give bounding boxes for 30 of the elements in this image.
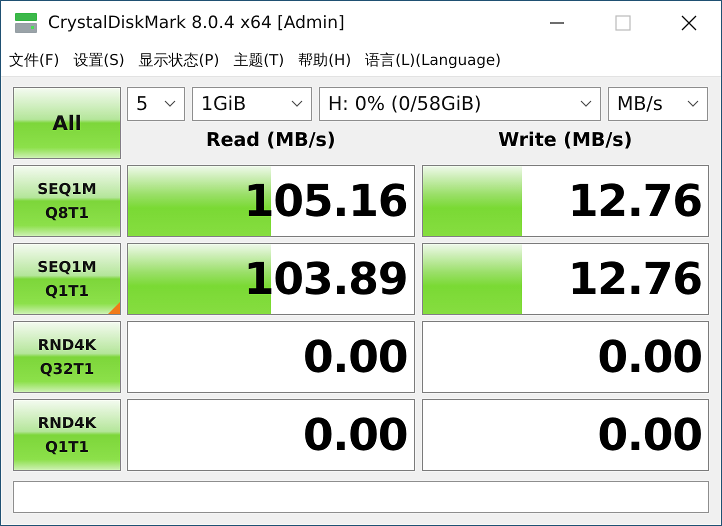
result-cell: 0.00 [422, 399, 709, 471]
chevron-icon [291, 100, 303, 108]
menu-item[interactable]: 文件(F) [9, 50, 60, 70]
close-icon[interactable] [681, 14, 697, 30]
menu-item[interactable]: 显示状态(P) [138, 50, 220, 70]
menu-item[interactable]: 主题(T) [233, 50, 284, 70]
dropdown[interactable]: H: 0% (0/58GiB) [319, 87, 601, 121]
dropdown[interactable]: MB/s [608, 87, 708, 121]
result-cell: 0.00 [127, 321, 414, 393]
test-button[interactable]: RND4K Q32T1 [13, 321, 121, 393]
chevron-icon [687, 100, 699, 108]
result-cell: 0.00 [127, 399, 414, 471]
column-header: Read (MB/s) [204, 129, 337, 151]
menu-item[interactable]: 语言(L)(Language) [365, 50, 501, 70]
window-title: CrystalDiskMark 8.0.4 x64 [Admin] [48, 12, 345, 32]
result-cell: 12.76 [422, 243, 709, 315]
test-button[interactable]: SEQ1M Q1T1 [13, 243, 121, 315]
dropdown[interactable]: 1GiB [192, 87, 312, 121]
menu-item[interactable]: 设置(S) [73, 50, 125, 70]
dropdown[interactable]: 5 [127, 87, 185, 121]
chevron-icon [164, 100, 176, 108]
column-header: Write (MB/s) [497, 129, 634, 151]
result-cell: 12.76 [422, 165, 709, 237]
result-cell: 0.00 [422, 321, 709, 393]
all-button[interactable]: All [13, 87, 121, 159]
test-button[interactable]: SEQ1M Q8T1 [13, 165, 121, 237]
menu-item[interactable]: 帮助(H) [298, 50, 352, 70]
disk-icon [14, 12, 38, 34]
test-button[interactable]: RND4K Q1T1 [13, 399, 121, 471]
chevron-icon [580, 100, 592, 108]
